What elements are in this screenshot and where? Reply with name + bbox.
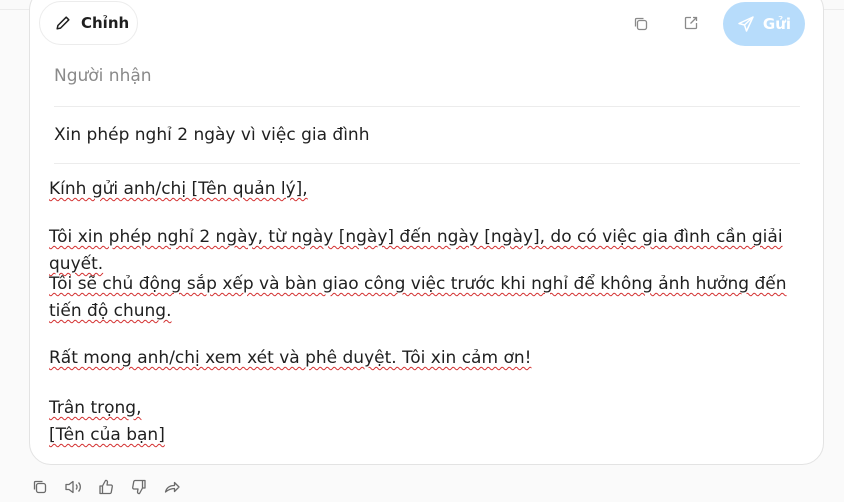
email-greeting[interactable]: Kính gửi anh/chị [Tên quản lý], (49, 176, 799, 203)
like-button[interactable] (96, 476, 116, 498)
subject-field[interactable]: Xin phép nghỉ 2 ngày vì việc gia đình (54, 125, 800, 145)
email-signature: [Tên của bạn] (49, 425, 165, 445)
copy-response-button[interactable] (30, 476, 50, 498)
open-external-icon (682, 14, 700, 32)
read-aloud-button[interactable] (63, 476, 83, 498)
pencil-icon (55, 15, 71, 31)
recipient-input[interactable]: Người nhận (54, 66, 800, 86)
recipient-divider (54, 106, 800, 107)
edit-button[interactable]: Chỉnh (39, 1, 138, 45)
share-button[interactable] (162, 476, 182, 498)
email-paragraph-3[interactable]: Rất mong anh/chị xem xét và phê duyệt. T… (49, 345, 799, 372)
send-button-label: Gửi (762, 15, 792, 33)
email-paragraph-1[interactable]: Tôi xin phép nghỉ 2 ngày, từ ngày [ngày]… (49, 224, 799, 278)
copy-icon (31, 478, 49, 496)
speaker-icon (63, 478, 83, 496)
paper-plane-icon (737, 15, 755, 33)
subject-divider (54, 163, 800, 164)
copy-icon (632, 15, 650, 33)
share-icon (163, 478, 181, 496)
send-button[interactable]: Gửi (723, 2, 805, 46)
response-actions (30, 476, 182, 498)
email-paragraph-2[interactable]: Tôi sẽ chủ động sắp xếp và bàn giao công… (49, 271, 799, 325)
edit-button-label: Chỉnh (81, 14, 130, 32)
dislike-button[interactable] (129, 476, 149, 498)
open-in-mail-button[interactable] (679, 11, 703, 35)
thumbs-down-icon (130, 478, 148, 496)
thumbs-up-icon (97, 478, 115, 496)
copy-button[interactable] (629, 12, 653, 36)
email-closing[interactable]: Trân trọng, [Tên của bạn] (49, 395, 799, 449)
